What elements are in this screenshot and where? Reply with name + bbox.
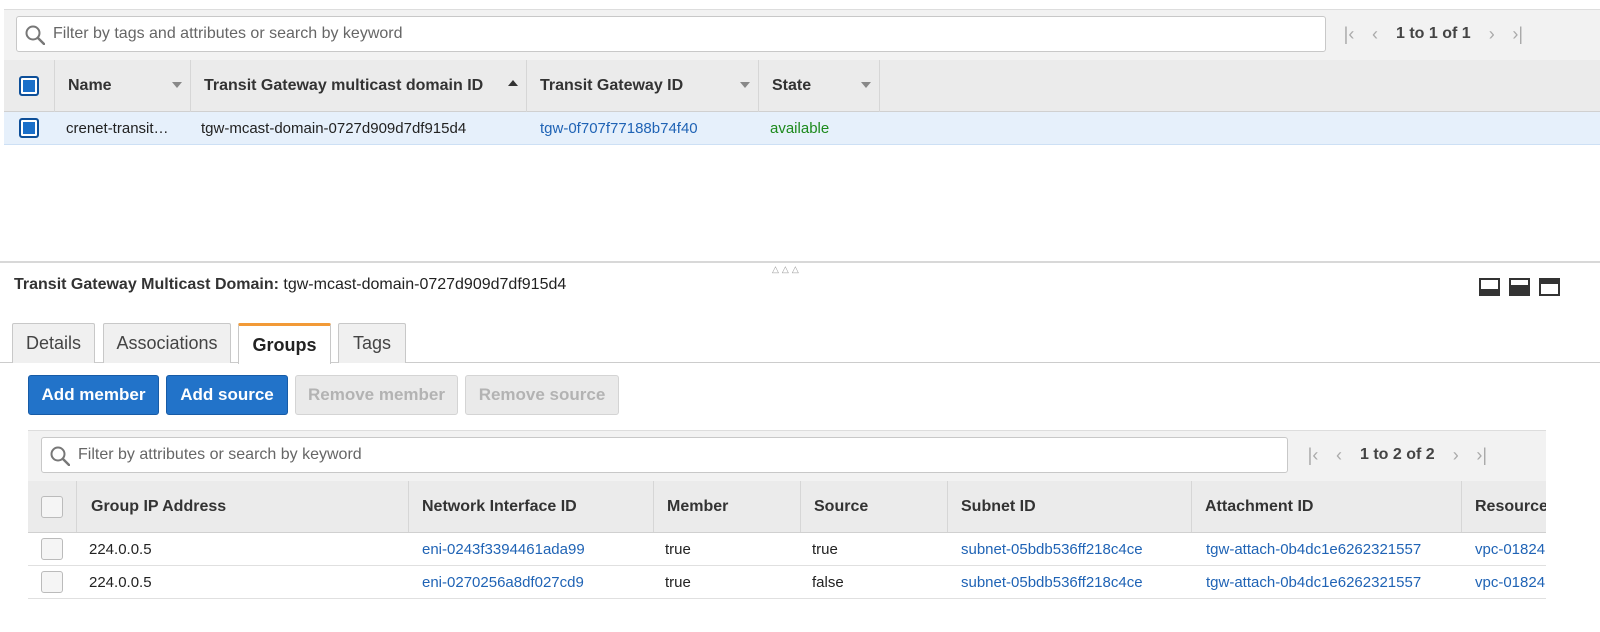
tab-groups[interactable]: Groups xyxy=(238,323,331,364)
remove-source-button[interactable]: Remove source xyxy=(465,375,619,415)
sort-asc-icon xyxy=(508,80,518,86)
top-table-header: Name Transit Gateway multicast domain ID… xyxy=(4,60,1600,112)
row-domain-id: tgw-mcast-domain-0727d909d7df915d4 xyxy=(201,120,467,137)
column-header-tgw-id[interactable]: Transit Gateway ID xyxy=(526,60,758,112)
groups-select-all-checkbox[interactable] xyxy=(41,496,63,518)
remove-member-button[interactable]: Remove member xyxy=(295,375,458,415)
cell-attachment-link[interactable]: tgw-attach-0b4dc1e6262321557 xyxy=(1206,566,1421,598)
column-header-attachment[interactable]: Attachment ID xyxy=(1191,481,1461,532)
top-search-input[interactable] xyxy=(53,17,1317,51)
groups-pager-text: 1 to 2 of 2 xyxy=(1360,446,1435,463)
column-header-label: Transit Gateway multicast domain ID xyxy=(204,77,484,94)
last-page-icon[interactable]: ›| xyxy=(1469,442,1495,468)
table-row[interactable]: 224.0.0.5 eni-0270256a8df027cd9 true fal… xyxy=(28,566,1546,599)
cell-eni-link[interactable]: eni-0243f3394461ada99 xyxy=(422,533,585,565)
search-icon xyxy=(50,446,70,466)
row-tgw-id-link[interactable]: tgw-0f707f77188b74f40 xyxy=(540,112,698,145)
cell-subnet-link[interactable]: subnet-05bdb536ff218c4ce xyxy=(961,566,1143,598)
column-header-resource[interactable]: Resource xyxy=(1461,481,1546,532)
column-header-label: Name xyxy=(68,77,112,94)
cell-resource-link[interactable]: vpc-01824 xyxy=(1475,533,1545,565)
cell-source: true xyxy=(812,541,838,558)
last-page-icon[interactable]: ›| xyxy=(1505,21,1531,47)
splitter-grip-icon[interactable]: △△△ xyxy=(772,264,802,275)
cell-eni-link[interactable]: eni-0270256a8df027cd9 xyxy=(422,566,584,598)
column-header-eni[interactable]: Network Interface ID xyxy=(408,481,653,532)
maximize-pane-icon[interactable] xyxy=(1539,278,1560,296)
half-pane-icon[interactable] xyxy=(1509,278,1530,296)
pane-splitter[interactable] xyxy=(0,261,1600,263)
table-row-selected[interactable]: crenet-transit… tgw-mcast-domain-0727d90… xyxy=(4,112,1600,145)
top-search-box[interactable] xyxy=(16,16,1326,52)
minimize-pane-icon[interactable] xyxy=(1479,278,1500,296)
groups-search-input[interactable] xyxy=(78,438,1279,472)
prev-page-icon[interactable]: ‹ xyxy=(1326,442,1352,468)
top-pager: |‹ ‹ 1 to 1 of 1 › ›| xyxy=(1336,16,1531,52)
cell-source: false xyxy=(812,574,844,591)
row-name: crenet-transit… xyxy=(66,120,169,137)
tab-associations[interactable]: Associations xyxy=(103,323,231,363)
cell-group-ip: 224.0.0.5 xyxy=(89,574,152,591)
groups-table-header: Group IP Address Network Interface ID Me… xyxy=(28,481,1546,533)
row-checkbox[interactable] xyxy=(19,118,39,138)
column-header-subnet[interactable]: Subnet ID xyxy=(947,481,1191,532)
first-page-icon[interactable]: |‹ xyxy=(1336,21,1362,47)
cell-group-ip: 224.0.0.5 xyxy=(89,541,152,558)
column-header-group-ip[interactable]: Group IP Address xyxy=(76,481,408,532)
groups-pager: |‹ ‹ 1 to 2 of 2 › ›| xyxy=(1300,437,1495,473)
detail-title: Transit Gateway Multicast Domain: tgw-mc… xyxy=(14,276,566,294)
sort-desc-icon xyxy=(861,82,871,88)
column-header-member[interactable]: Member xyxy=(653,481,800,532)
groups-filter-bar: |‹ ‹ 1 to 2 of 2 › ›| xyxy=(28,430,1546,481)
table-row[interactable]: 224.0.0.5 eni-0243f3394461ada99 true tru… xyxy=(28,533,1546,566)
column-header-state[interactable]: State xyxy=(758,60,880,112)
select-all-checkbox[interactable] xyxy=(19,76,39,96)
row-checkbox[interactable] xyxy=(41,538,63,560)
cell-member: true xyxy=(665,574,691,591)
row-state: available xyxy=(770,120,830,137)
top-filter-bar: |‹ ‹ 1 to 1 of 1 › ›| xyxy=(4,9,1600,60)
cell-member: true xyxy=(665,541,691,558)
pane-size-controls xyxy=(1479,278,1560,296)
row-checkbox[interactable] xyxy=(41,571,63,593)
column-header-domain-id[interactable]: Transit Gateway multicast domain ID xyxy=(190,60,526,112)
sort-desc-icon xyxy=(172,82,182,88)
add-member-button[interactable]: Add member xyxy=(28,375,159,415)
sort-desc-icon xyxy=(740,82,750,88)
tab-tags[interactable]: Tags xyxy=(338,323,406,363)
detail-title-value: tgw-mcast-domain-0727d909d7df915d4 xyxy=(283,276,567,293)
column-header-label: State xyxy=(772,77,812,94)
top-pager-text: 1 to 1 of 1 xyxy=(1396,25,1471,42)
prev-page-icon[interactable]: ‹ xyxy=(1362,21,1388,47)
cell-resource-link[interactable]: vpc-01824 xyxy=(1475,566,1545,598)
next-page-icon[interactable]: › xyxy=(1479,21,1505,47)
search-icon xyxy=(25,25,45,45)
cell-subnet-link[interactable]: subnet-05bdb536ff218c4ce xyxy=(961,533,1143,565)
column-header-label: Transit Gateway ID xyxy=(540,77,684,94)
next-page-icon[interactable]: › xyxy=(1443,442,1469,468)
tab-details[interactable]: Details xyxy=(12,323,95,363)
column-header-source[interactable]: Source xyxy=(800,481,947,532)
detail-title-label: Transit Gateway Multicast Domain: xyxy=(14,276,279,293)
column-header-name[interactable]: Name xyxy=(54,60,190,112)
cell-attachment-link[interactable]: tgw-attach-0b4dc1e6262321557 xyxy=(1206,533,1421,565)
groups-search-box[interactable] xyxy=(41,437,1288,473)
add-source-button[interactable]: Add source xyxy=(166,375,288,415)
first-page-icon[interactable]: |‹ xyxy=(1300,442,1326,468)
